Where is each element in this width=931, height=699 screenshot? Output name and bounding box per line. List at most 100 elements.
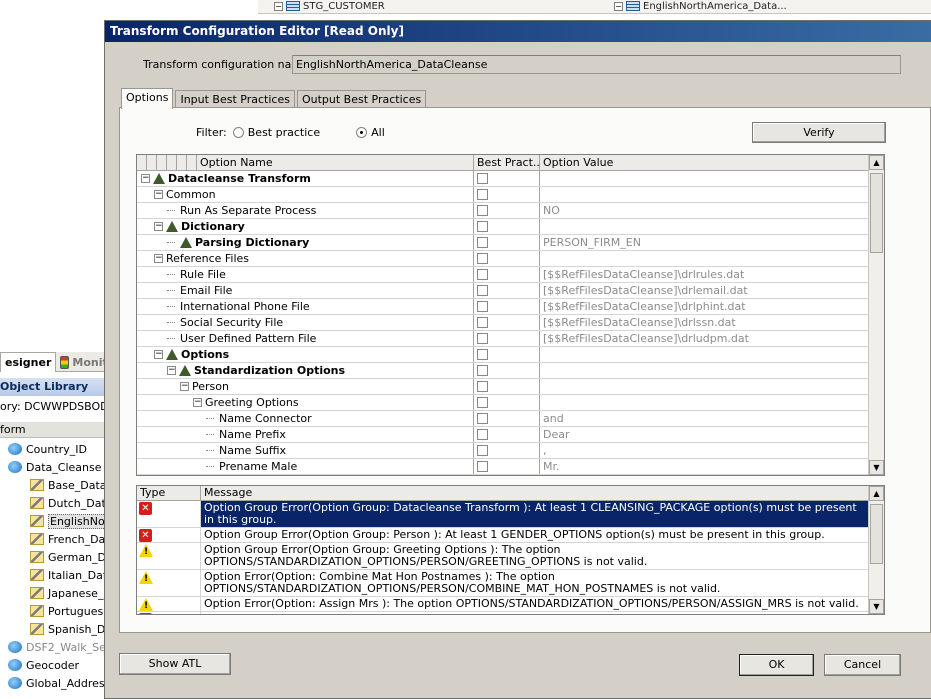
option-value-cell[interactable]: [$$RefFilesDataCleanse]\drlphint.dat [540, 299, 870, 314]
option-row[interactable]: Run As Separate Process NO [137, 203, 870, 219]
best-practice-checkbox[interactable] [477, 253, 488, 264]
best-practice-header[interactable]: Best Pract... [474, 155, 540, 171]
option-row[interactable]: Email File [$$RefFilesDataCleanse]\drlema… [137, 283, 870, 299]
best-practice-checkbox[interactable] [477, 173, 488, 184]
option-row[interactable]: − Datacleanse Transform [137, 171, 870, 187]
object-tree-item[interactable]: Spanish_Da [0, 620, 112, 638]
option-value-cell[interactable]: and [540, 411, 870, 426]
ok-button[interactable]: OK [739, 654, 814, 676]
collapse-icon[interactable]: − [154, 254, 163, 263]
object-tree-item[interactable]: DSF2_Walk_Se [0, 638, 106, 656]
option-row[interactable]: Parsing Dictionary PERSON_FIRM_EN [137, 235, 870, 251]
verify-button[interactable]: Verify [752, 122, 886, 143]
best-practice-radio[interactable] [232, 127, 244, 138]
all-radio[interactable] [356, 127, 368, 138]
tab-designer[interactable]: esigner [0, 352, 57, 372]
level-column-header[interactable] [187, 155, 197, 171]
option-value-cell[interactable] [540, 395, 870, 410]
level-column-header[interactable] [137, 155, 147, 171]
best-practice-checkbox[interactable] [477, 461, 488, 472]
option-value-cell[interactable]: [$$RefFilesDataCleanse]\drludpm.dat [540, 331, 870, 346]
option-row[interactable]: − Dictionary [137, 219, 870, 235]
best-practice-checkbox[interactable] [477, 205, 488, 216]
level-column-header[interactable] [177, 155, 187, 171]
option-row[interactable]: − Reference Files [137, 251, 870, 267]
message-row[interactable]: ✕ Option Group Error(Option Group: Datacl… [137, 501, 870, 528]
tab-options[interactable]: Options [121, 88, 174, 109]
best-practice-checkbox[interactable] [477, 365, 488, 376]
option-row[interactable]: Social Security File [$$RefFilesDataClean… [137, 315, 870, 331]
collapse-icon[interactable]: − [274, 1, 283, 11]
message-row[interactable]: ✕ Option Group Error(Option Group: Person… [137, 528, 870, 543]
best-practice-checkbox[interactable] [477, 333, 488, 344]
option-value-cell[interactable] [540, 171, 870, 186]
best-practice-checkbox[interactable] [477, 349, 488, 360]
collapse-icon[interactable]: − [193, 398, 202, 407]
option-row[interactable]: − Greeting Options [137, 395, 870, 411]
object-tree-item[interactable]: Japanese_I [0, 584, 107, 602]
option-row[interactable]: − Person [137, 379, 870, 395]
object-tree-item[interactable]: EnglishNort [0, 512, 116, 530]
option-value-cell[interactable]: [$$RefFilesDataCleanse]\drlssn.dat [540, 315, 870, 330]
object-tree-item[interactable]: French_Dat [0, 530, 110, 548]
option-value-cell[interactable]: Mr. [540, 459, 870, 474]
option-value-cell[interactable]: NO [540, 203, 870, 218]
option-value-cell[interactable] [540, 187, 870, 202]
cancel-button[interactable]: Cancel [824, 654, 901, 676]
scroll-down-arrow-icon[interactable]: ▼ [869, 460, 884, 475]
scroll-up-arrow-icon[interactable]: ▲ [869, 155, 884, 170]
collapse-icon[interactable]: − [141, 174, 150, 183]
option-row[interactable]: Rule File [$$RefFilesDataCleanse]\drlrule… [137, 267, 870, 283]
collapse-icon[interactable]: − [154, 190, 163, 199]
collapse-icon[interactable]: − [167, 366, 176, 375]
object-tree-item[interactable]: Data_Cleanse [0, 458, 104, 476]
option-row[interactable]: − Common [137, 187, 870, 203]
best-practice-checkbox[interactable] [477, 381, 488, 392]
option-value-cell[interactable] [540, 219, 870, 234]
object-tree-item[interactable]: German_Da [0, 548, 113, 566]
type-column-header[interactable]: Type [137, 486, 201, 500]
best-practice-checkbox[interactable] [477, 397, 488, 408]
object-tree-item[interactable]: Base_Datac [0, 476, 113, 494]
options-scrollbar[interactable]: ▲ ▼ [868, 155, 884, 475]
option-value-cell[interactable]: Dear [540, 427, 870, 442]
config-name-field[interactable]: EnglishNorthAmerica_DataCleanse [292, 55, 901, 74]
option-name-header[interactable]: Option Name [197, 155, 474, 171]
option-value-cell[interactable]: [$$RefFilesDataCleanse]\drlrules.dat [540, 267, 870, 282]
best-practice-checkbox[interactable] [477, 413, 488, 424]
option-value-cell[interactable]: , [540, 443, 870, 458]
level-column-header[interactable] [167, 155, 177, 171]
option-value-cell[interactable]: PERSON_FIRM_EN [540, 235, 870, 250]
collapse-icon[interactable]: − [614, 1, 623, 11]
best-practice-checkbox[interactable] [477, 429, 488, 440]
collapse-icon[interactable]: − [154, 350, 163, 359]
option-value-cell[interactable] [540, 251, 870, 266]
background-tree-item[interactable]: − STG_CUSTOMER [274, 0, 385, 12]
best-practice-radio-label[interactable]: Best practice [248, 126, 320, 139]
option-row[interactable]: User Defined Pattern File [$$RefFilesData… [137, 331, 870, 347]
scroll-thumb[interactable] [870, 173, 883, 253]
object-tree-item[interactable]: Dutch_Data [0, 494, 113, 512]
object-tree-item[interactable]: Geocoder [0, 656, 104, 674]
option-value-cell[interactable] [540, 379, 870, 394]
scroll-thumb[interactable] [870, 504, 883, 564]
option-value-cell[interactable] [540, 363, 870, 378]
collapse-icon[interactable]: − [180, 382, 189, 391]
best-practice-checkbox[interactable] [477, 445, 488, 456]
option-row[interactable]: − Options [137, 347, 870, 363]
background-tree-item[interactable]: − EnglishNorthAmerica_Data... [614, 0, 787, 12]
best-practice-checkbox[interactable] [477, 237, 488, 248]
level-column-header[interactable] [147, 155, 157, 171]
scroll-up-arrow-icon[interactable]: ▲ [869, 486, 884, 501]
best-practice-checkbox[interactable] [477, 221, 488, 232]
message-row[interactable]: ! Option Error(Option: Combine Mat Hon Po… [137, 570, 870, 597]
object-tree-item[interactable]: Global_Address [0, 674, 110, 692]
message-column-header[interactable]: Message [201, 486, 255, 500]
best-practice-checkbox[interactable] [477, 317, 488, 328]
scroll-down-arrow-icon[interactable]: ▼ [869, 599, 884, 614]
level-column-header[interactable] [157, 155, 167, 171]
option-row[interactable]: International Phone File [$$RefFilesDataC… [137, 299, 870, 315]
option-value-header[interactable]: Option Value [540, 155, 870, 171]
message-row[interactable]: ✕ Option Group Error(Option Group: Option… [137, 612, 870, 614]
object-tree-item[interactable]: Italian_Dat [0, 566, 107, 584]
